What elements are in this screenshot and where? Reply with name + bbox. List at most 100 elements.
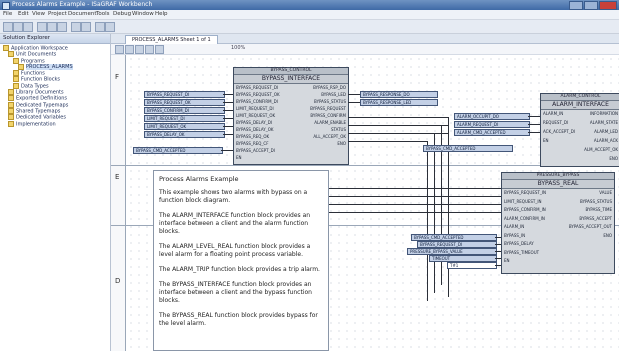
zoom-level[interactable]: 100% xyxy=(231,45,245,51)
input-variable[interactable]: BYPASS_DELAY_OK xyxy=(144,131,225,138)
input-pin[interactable]: REQUEST_DI xyxy=(543,120,568,125)
output-pin[interactable]: ALARM_ENABLE xyxy=(314,120,346,125)
output-pin[interactable]: INFORMATION xyxy=(590,111,618,116)
input-pin[interactable]: EN xyxy=(504,258,510,263)
input-pin[interactable]: BYPASS_REQUEST_DI xyxy=(236,85,278,90)
input-variable[interactable]: BYPASS_REQUEST_DI xyxy=(417,241,497,248)
save-icon[interactable] xyxy=(23,22,33,32)
menu-tools[interactable]: Tools xyxy=(96,11,110,17)
menu-view[interactable]: View xyxy=(32,11,45,17)
input-pin[interactable]: EN xyxy=(236,155,242,160)
output-pin[interactable]: BYPASS_TIME xyxy=(585,207,612,212)
input-variable[interactable]: ALARM_REQUEST_DI xyxy=(454,121,530,128)
output-pin[interactable]: ALARM_LED xyxy=(594,129,618,134)
input-pin[interactable]: ALARM_IN xyxy=(504,224,524,229)
input-pin[interactable]: ACK_ACCEPT_DI xyxy=(543,129,575,134)
input-pin[interactable]: EN xyxy=(543,138,549,143)
pointer-icon[interactable] xyxy=(115,45,124,54)
folder-icon xyxy=(8,95,14,102)
menu-project[interactable]: Project xyxy=(48,11,67,17)
input-variable[interactable]: BYPASS_CONFIRM_DI xyxy=(144,107,225,114)
input-pin[interactable]: BYPASS_IN xyxy=(504,233,525,238)
new-icon[interactable] xyxy=(3,22,13,32)
input-pin[interactable]: LIMIT_REQUEST_DI xyxy=(236,106,274,111)
undo-icon[interactable] xyxy=(71,22,81,32)
input-pin[interactable]: ALARM_CONFIRM_IN xyxy=(504,216,545,221)
input-variable[interactable]: ALARM_CMD_ACCEPTED xyxy=(454,129,530,136)
input-variable[interactable]: BYPASS_CMD_ACCEPTED xyxy=(411,234,497,241)
output-pin[interactable]: ENO xyxy=(337,141,346,146)
input-variable[interactable]: BYPASS_CMD_ACCEPTED xyxy=(133,147,223,154)
variable-icon[interactable] xyxy=(135,45,144,54)
output-pin[interactable]: BYPASS_STATUS xyxy=(580,199,612,204)
bypass-real-block[interactable]: PRESSURE_BYPASS BYPASS_REAL BYPASS_REQUE… xyxy=(501,172,615,274)
input-pin[interactable]: ALARM_IN xyxy=(543,111,563,116)
input-variable[interactable]: BYPASS_CMD_ACCEPTED xyxy=(423,145,513,152)
output-pin[interactable]: BYPASS_STATUS xyxy=(314,99,346,104)
menu-debug[interactable]: Debug xyxy=(113,11,131,17)
output-variable[interactable]: BYPASS_RESPONSE_DO xyxy=(360,91,438,98)
tree-item[interactable]: Implementation xyxy=(0,120,110,127)
menu-file[interactable]: File xyxy=(3,11,12,17)
output-pin[interactable]: BYPASS_LED xyxy=(321,92,346,97)
input-variable[interactable]: TIMEOUT xyxy=(429,255,497,262)
input-variable[interactable]: PRESSURE_BYPASS_VALUE xyxy=(407,248,497,255)
paste-icon[interactable] xyxy=(57,22,67,32)
output-pin[interactable]: ALARM_STATE xyxy=(590,120,618,125)
minimize-button[interactable] xyxy=(569,1,583,10)
input-variable[interactable]: BYPASS_REQUEST_DI xyxy=(144,91,225,98)
menu-edit[interactable]: Edit xyxy=(18,11,29,17)
menu-help[interactable]: Help xyxy=(155,11,168,17)
build-icon[interactable] xyxy=(95,22,105,32)
menu-document[interactable]: Document xyxy=(68,11,97,17)
output-pin[interactable]: BYPASS_CONFIRM xyxy=(310,113,346,118)
link-icon[interactable] xyxy=(145,45,154,54)
bypass-interface-block[interactable]: BYPASS_CONTROL BYPASS_INTERFACE BYPASS_R… xyxy=(233,67,349,165)
input-pin[interactable]: BYPASS_REQ_CF xyxy=(236,141,269,146)
input-pin[interactable]: BYPASS_DELAY xyxy=(504,241,534,246)
output-pin[interactable]: ALL_ACCEPT_OK xyxy=(313,134,346,139)
input-pin[interactable]: BYPASS_REQ_OK xyxy=(236,134,269,139)
input-pin[interactable]: BYPASS_DELAY_DI xyxy=(236,120,272,125)
output-pin[interactable]: ENO xyxy=(603,233,612,238)
output-variable[interactable]: BYPASS_RESPONSE_LED xyxy=(360,99,438,106)
comment-box[interactable]: Process Alarms Example This example show… xyxy=(153,170,329,351)
menu-window[interactable]: Window xyxy=(132,11,154,17)
input-pin[interactable]: BYPASS_REQUEST_IN xyxy=(504,190,546,195)
output-pin[interactable]: BYPASS_ACCEPT_OUT xyxy=(569,224,612,229)
alarm-interface-block[interactable]: ALARM_CONTROL ALARM_INTERFACE ALARM_IN RE… xyxy=(540,93,619,167)
input-pin[interactable]: BYPASS_ACCEPT_DI xyxy=(236,148,275,153)
input-pin[interactable]: BYPASS_DELAY_OK xyxy=(236,127,274,132)
comment-icon[interactable] xyxy=(155,45,164,54)
output-pin[interactable]: VALUE xyxy=(599,190,612,195)
output-pin[interactable]: BYPASS_REQUEST xyxy=(310,106,346,111)
input-pin[interactable]: BYPASS_CONFIRM_IN xyxy=(504,207,546,212)
open-icon[interactable] xyxy=(13,22,23,32)
input-variable[interactable]: ALARM_OCCUPIT_DO xyxy=(454,113,530,120)
comment-title: Process Alarms Example xyxy=(159,175,239,183)
cut-icon[interactable] xyxy=(37,22,47,32)
input-variable[interactable]: LIMIT_REQUEST_OK xyxy=(144,123,225,130)
input-variable[interactable]: LIMIT_REQUEST_DI xyxy=(144,115,225,122)
close-button[interactable] xyxy=(599,1,617,10)
input-variable[interactable]: BYPASS_REQUEST_OK xyxy=(144,99,225,106)
output-pin[interactable]: ALM_ACCEPT_OK xyxy=(584,147,618,152)
maximize-button[interactable] xyxy=(584,1,598,10)
redo-icon[interactable] xyxy=(81,22,91,32)
output-pin[interactable]: STATUS xyxy=(331,127,346,132)
input-pin[interactable]: LIMIT_REQUEST_IN xyxy=(504,199,542,204)
input-pin[interactable]: BYPASS_CONFIRM_DI xyxy=(236,99,278,104)
output-pin[interactable]: ALARM_ACK xyxy=(594,138,618,143)
tab-process-alarms[interactable]: PROCESS_ALARMS Sheet 1 of 1 xyxy=(125,35,218,44)
output-pin[interactable]: ENO xyxy=(609,156,618,161)
copy-icon[interactable] xyxy=(47,22,57,32)
output-pin[interactable]: BYPASS_ACCEPT xyxy=(579,216,612,221)
constant-value[interactable]: T#1 xyxy=(447,262,497,269)
input-pin[interactable]: BYPASS_REQUEST_OK xyxy=(236,92,280,97)
input-pin[interactable]: LIMIT_REQUEST_OK xyxy=(236,113,275,118)
debug-icon[interactable] xyxy=(105,22,115,32)
output-pin[interactable]: BYPASS_RSP_DO xyxy=(313,85,346,90)
fbd-canvas[interactable]: F E D BYPASS_REQUEST_DI BYPASS_REQUEST_O… xyxy=(111,55,619,351)
block-icon[interactable] xyxy=(125,45,134,54)
input-pin[interactable]: BYPASS_TIMEOUT xyxy=(504,250,539,255)
